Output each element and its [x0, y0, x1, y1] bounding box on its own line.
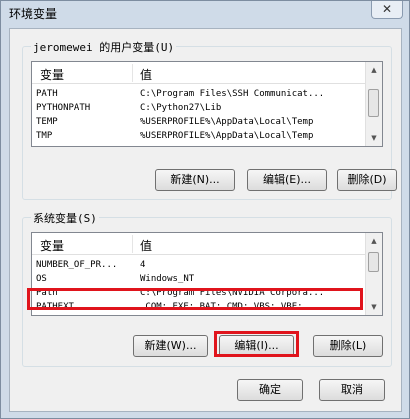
user-delete-button[interactable]: 删除(D) — [337, 169, 397, 191]
list-item[interactable]: PYTHONPATH C:\Python27\Lib — [32, 101, 366, 115]
dialog-client-area: jeromewei 的用户变量(U) 变量 值 PATH C:\Program … — [9, 28, 402, 412]
variable-value: Windows_NT — [140, 274, 195, 284]
close-button[interactable]: ✕ — [371, 1, 403, 19]
variable-value: C:\Python27\Lib — [140, 103, 222, 113]
vertical-scrollbar[interactable]: ▲ ▼ — [365, 233, 382, 315]
column-divider[interactable] — [132, 235, 133, 253]
column-divider[interactable] — [132, 64, 133, 82]
window-title: 环境变量 — [9, 7, 58, 21]
column-header-value[interactable]: 值 — [140, 237, 152, 254]
list-item[interactable]: TMP %USERPROFILE%\AppData\Local\Temp — [32, 129, 366, 143]
variable-name: OS — [36, 274, 47, 284]
system-delete-button[interactable]: 删除(L) — [313, 335, 383, 357]
variable-name: NUMBER_OF_PR... — [36, 260, 118, 270]
list-item[interactable]: PATH C:\Program Files\SSH Communicat... — [32, 87, 366, 101]
variable-name: TMP — [36, 131, 53, 141]
list-item[interactable]: OS Windows_NT — [32, 272, 366, 286]
list-header: 变量 值 — [32, 62, 366, 84]
system-variables-list[interactable]: 变量 值 NUMBER_OF_PR... 4 OS Windows_NT Pat… — [31, 232, 383, 316]
variable-name: PYTHONPATH — [36, 103, 91, 113]
scroll-down-arrow-icon[interactable]: ▼ — [367, 131, 381, 145]
cancel-button[interactable]: 取消 — [319, 379, 385, 401]
column-header-value[interactable]: 值 — [140, 66, 152, 83]
close-icon: ✕ — [381, 2, 393, 16]
system-variables-group-label: 系统变量(S) — [31, 210, 99, 226]
scrollbar-thumb[interactable] — [368, 89, 379, 117]
system-new-button[interactable]: 新建(W)... — [133, 335, 208, 357]
vertical-scrollbar[interactable]: ▲ ▼ — [365, 62, 382, 146]
variable-name: PATHEXT — [36, 302, 74, 312]
user-new-button[interactable]: 新建(N)... — [155, 169, 235, 191]
variable-value: C:\Program Files\SSH Communicat... — [140, 89, 325, 99]
column-header-variable[interactable]: 变量 — [40, 237, 64, 254]
variable-value: %USERPROFILE%\AppData\Local\Temp — [140, 117, 314, 127]
user-variables-list[interactable]: 变量 值 PATH C:\Program Files\SSH Communica… — [31, 61, 383, 147]
scroll-up-arrow-icon[interactable]: ▲ — [367, 234, 381, 248]
list-item[interactable]: TEMP %USERPROFILE%\AppData\Local\Temp — [32, 115, 366, 129]
environment-variables-dialog: 环境变量 ✕ jeromewei 的用户变量(U) 变量 值 PATH C:\P… — [0, 0, 410, 419]
variable-value: %USERPROFILE%\AppData\Local\Temp — [140, 131, 314, 141]
variable-value: C:\Program Files\NVIDIA Corpora... — [140, 288, 325, 298]
variable-value: .COM;.EXE;.BAT;.CMD;.VBS;.VBE;... — [140, 302, 319, 312]
column-header-variable[interactable]: 变量 — [40, 66, 64, 83]
user-variables-group: jeromewei 的用户变量(U) 变量 值 PATH C:\Program … — [22, 39, 397, 200]
user-edit-button[interactable]: 编辑(E)... — [247, 169, 327, 191]
scroll-down-arrow-icon[interactable]: ▼ — [367, 300, 381, 314]
system-variables-group: 系统变量(S) 变量 值 NUMBER_OF_PR... 4 OS Window… — [22, 210, 392, 367]
ok-button[interactable]: 确定 — [237, 379, 303, 401]
list-item-path[interactable]: Path C:\Program Files\NVIDIA Corpora... — [32, 286, 366, 300]
variable-name: Path — [36, 288, 58, 298]
system-edit-button[interactable]: 编辑(I)... — [219, 335, 294, 357]
user-variables-group-label: jeromewei 的用户变量(U) — [31, 39, 177, 55]
list-item[interactable]: NUMBER_OF_PR... 4 — [32, 258, 366, 272]
variable-name: TEMP — [36, 117, 58, 127]
list-header: 变量 值 — [32, 233, 366, 255]
title-bar[interactable]: 环境变量 ✕ — [1, 1, 409, 23]
list-item[interactable]: PATHEXT .COM;.EXE;.BAT;.CMD;.VBS;.VBE;..… — [32, 300, 366, 314]
scroll-up-arrow-icon[interactable]: ▲ — [367, 63, 381, 77]
variable-value: 4 — [140, 260, 146, 270]
scrollbar-thumb[interactable] — [368, 252, 379, 272]
variable-name: PATH — [36, 89, 58, 99]
